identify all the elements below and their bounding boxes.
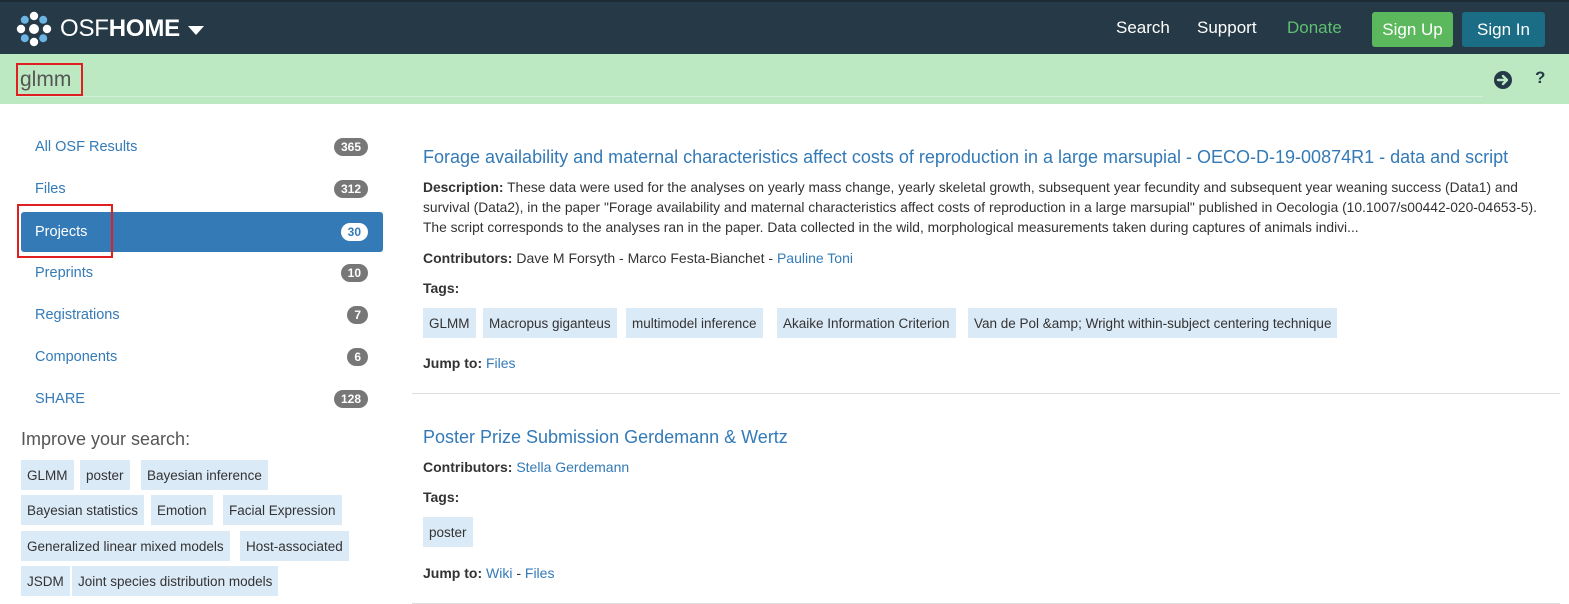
count-badge: 312: [333, 180, 368, 198]
jump-to-label: Jump to:: [423, 565, 483, 581]
improve-tag[interactable]: Bayesian inference: [141, 460, 268, 490]
arrow-circle-right-icon[interactable]: [1493, 70, 1513, 90]
description-text: These data were used for the analyses on…: [423, 180, 1537, 235]
contributor-link[interactable]: Pauline Toni: [777, 250, 853, 266]
brand-osf: OSF: [60, 15, 109, 42]
result-jump-to: Jump to: Wiki - Files: [423, 565, 554, 581]
improve-tag[interactable]: Host-associated: [240, 531, 349, 561]
count-badge: 10: [340, 264, 368, 282]
brand-text: OSFHOME: [60, 15, 180, 43]
caret-down-icon: [187, 26, 204, 35]
count-badge: 365: [333, 138, 368, 156]
improve-tag[interactable]: poster: [80, 460, 130, 490]
sidebar-item-projects[interactable]: Projects 30: [21, 212, 383, 252]
sidebar-item-components[interactable]: Components 6: [21, 337, 383, 377]
sidebar-item-label: SHARE: [35, 391, 85, 407]
improve-tag[interactable]: Joint species distribution models: [72, 566, 279, 596]
result-jump-to: Jump to: Files: [423, 355, 516, 371]
search-input[interactable]: [16, 64, 1483, 97]
improve-search-heading: Improve your search:: [21, 429, 191, 449]
jump-separator: -: [512, 565, 525, 581]
search-bar: [0, 54, 1569, 104]
sign-up-button[interactable]: Sign Up: [1372, 12, 1453, 47]
result-tag[interactable]: Akaike Information Criterion: [777, 308, 956, 338]
improve-tag[interactable]: Facial Expression: [223, 495, 342, 525]
osf-home-brand-dropdown[interactable]: OSFHOME: [16, 10, 204, 48]
jump-files-link[interactable]: Files: [525, 565, 555, 581]
sidebar-item-label: Projects: [35, 224, 88, 240]
contributor-link[interactable]: Stella Gerdemann: [516, 459, 629, 475]
result-title-link[interactable]: Poster Prize Submission Gerdemann & Wert…: [423, 427, 788, 448]
result-description: Description: These data were used for th…: [423, 178, 1545, 238]
improve-tag[interactable]: GLMM: [21, 460, 74, 490]
sidebar-item-label: All OSF Results: [35, 139, 138, 155]
count-badge: 30: [340, 223, 368, 241]
improve-tag[interactable]: JSDM: [21, 566, 70, 596]
tags-label: Tags:: [423, 489, 460, 505]
result-tag[interactable]: GLMM: [423, 308, 476, 338]
sidebar-item-all-osf-results[interactable]: All OSF Results 365: [21, 127, 383, 167]
result-tag[interactable]: multimodel inference: [626, 308, 763, 338]
result-tags-label: Tags:: [423, 489, 459, 505]
contributors-label: Contributors:: [423, 459, 513, 475]
count-badge: 6: [347, 348, 368, 366]
jump-files-link[interactable]: Files: [486, 355, 516, 371]
sidebar-item-label: Preprints: [35, 265, 94, 281]
contributors-label: Contributors:: [423, 250, 513, 266]
sidebar-item-label: Registrations: [35, 307, 120, 323]
help-question-icon[interactable]: ?: [1535, 68, 1545, 88]
count-badge: 128: [333, 390, 368, 408]
nav-donate-link[interactable]: Donate: [1287, 18, 1342, 38]
contributors-text: Dave M Forsyth - Marco Festa-Bianchet -: [516, 250, 777, 266]
improve-tag[interactable]: Bayesian statistics: [21, 495, 145, 525]
result-contributors: Contributors: Dave M Forsyth - Marco Fes…: [423, 250, 853, 266]
improve-tag[interactable]: Emotion: [151, 495, 213, 525]
result-contributors: Contributors: Stella Gerdemann: [423, 459, 629, 475]
sidebar-item-files[interactable]: Files 312: [21, 169, 383, 209]
sidebar-item-registrations[interactable]: Registrations 7: [21, 295, 383, 335]
improve-tag[interactable]: Generalized linear mixed models: [21, 531, 230, 561]
result-title-link[interactable]: Forage availability and maternal charact…: [423, 147, 1508, 168]
sign-in-button[interactable]: Sign In: [1462, 12, 1545, 47]
result-divider: [412, 393, 1560, 394]
jump-to-label: Jump to:: [423, 355, 483, 371]
jump-wiki-link[interactable]: Wiki: [486, 565, 512, 581]
sidebar-item-label: Components: [35, 349, 118, 365]
osf-logo-icon: [16, 11, 52, 47]
tags-label: Tags:: [423, 280, 460, 296]
result-tag[interactable]: Macropus giganteus: [483, 308, 617, 338]
result-tags-label: Tags:: [423, 280, 459, 296]
sidebar-item-share[interactable]: SHARE 128: [21, 379, 383, 419]
nav-support-link[interactable]: Support: [1197, 18, 1257, 38]
result-tag[interactable]: Van de Pol &amp; Wright within-subject c…: [968, 308, 1338, 338]
sidebar-item-label: Files: [35, 181, 66, 197]
brand-home: HOME: [108, 15, 180, 42]
navbar: OSFHOME Search Support Donate Sign Up Si…: [0, 0, 1569, 54]
sidebar-item-preprints[interactable]: Preprints 10: [21, 253, 383, 293]
count-badge: 7: [347, 306, 368, 324]
nav-search-link[interactable]: Search: [1116, 18, 1170, 38]
result-tag[interactable]: poster: [423, 517, 473, 547]
description-label: Description:: [423, 180, 504, 195]
